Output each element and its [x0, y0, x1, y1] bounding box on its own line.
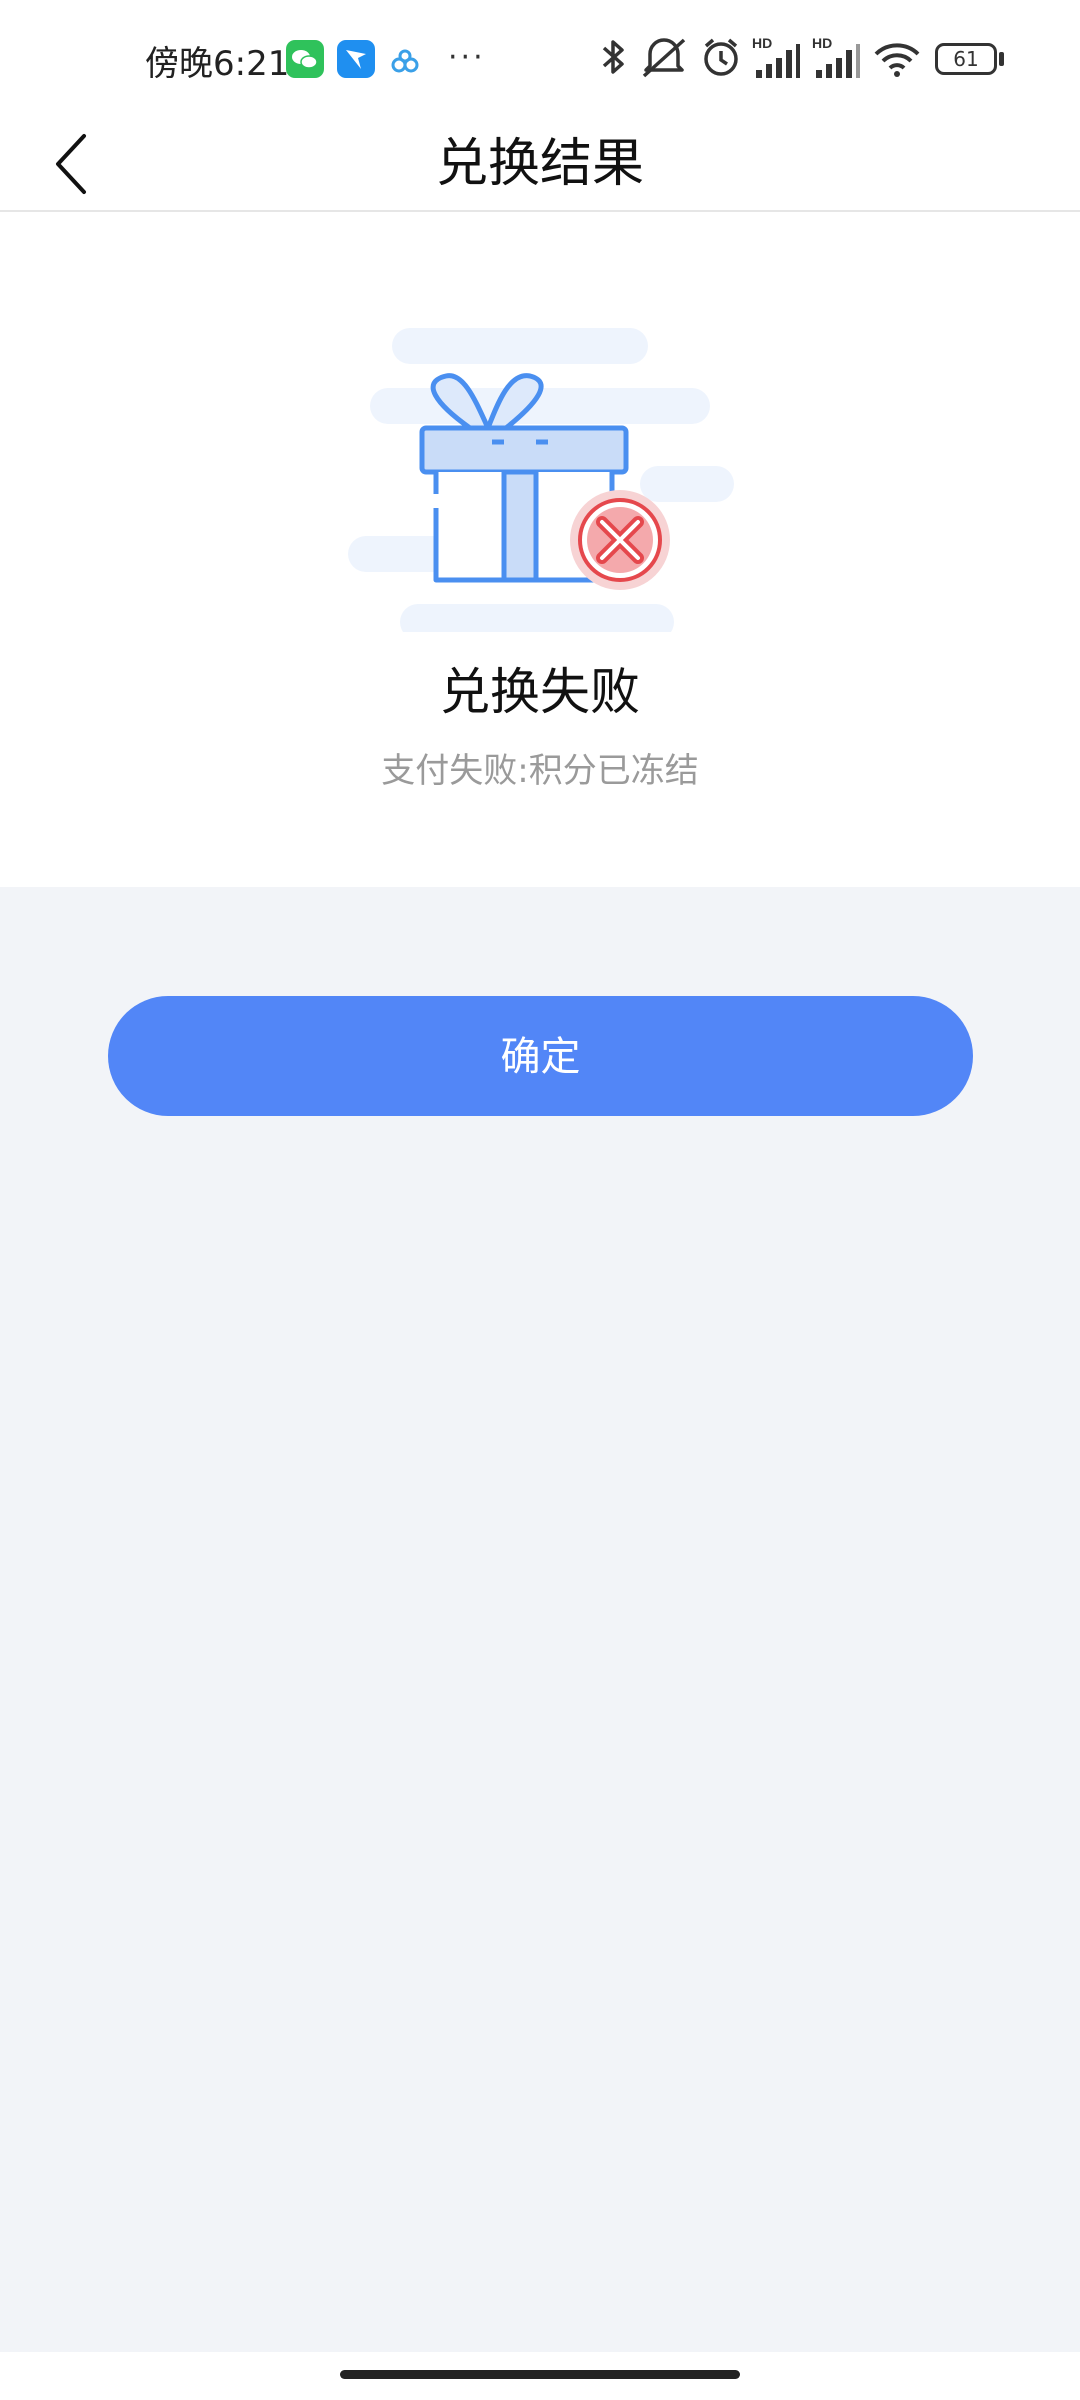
result-message: 支付失败:积分已冻结 — [381, 751, 699, 791]
alarm-icon — [704, 38, 738, 76]
cloud-icon — [388, 44, 422, 78]
battery-cap — [999, 52, 1004, 66]
confirm-button[interactable]: 确定 — [108, 996, 973, 1116]
status-time: 傍晚6:21 — [145, 44, 290, 84]
battery-icon: 61 — [935, 43, 997, 75]
bluetooth-icon — [602, 40, 624, 74]
gift-failed-icon — [348, 328, 734, 632]
more-icon: ··· — [448, 40, 486, 75]
wechat-icon — [286, 40, 324, 78]
result-panel: 兑换失败 支付失败:积分已冻结 — [0, 212, 1080, 887]
page: 傍晚6:21 ··· HD HD 61 兑换结果 兑换失败 支付失败:积分已冻结… — [0, 0, 1080, 2400]
status-bar: 傍晚6:21 ··· HD HD 61 — [0, 0, 1080, 118]
svg-text:HD: HD — [752, 35, 772, 51]
signal-hd-icon: HD — [752, 35, 800, 78]
wifi-icon — [874, 43, 920, 77]
nav-bar: 兑换结果 — [0, 118, 1080, 212]
tencent-icon — [337, 40, 375, 78]
signal-hd-icon: HD — [812, 35, 860, 78]
home-indicator[interactable] — [340, 2370, 740, 2379]
svg-text:HD: HD — [812, 35, 832, 51]
result-title: 兑换失败 — [440, 663, 640, 721]
page-title: 兑换结果 — [435, 134, 644, 194]
mute-icon — [642, 38, 686, 78]
